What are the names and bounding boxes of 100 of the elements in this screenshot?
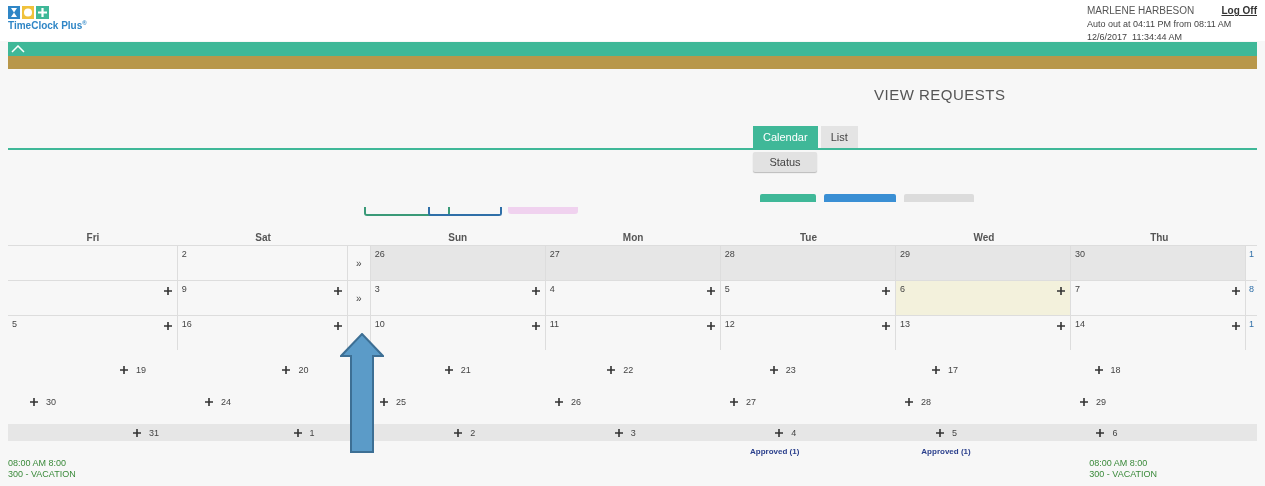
day-number: 29 (1096, 397, 1106, 407)
plus-icon[interactable] (163, 322, 172, 330)
plus-icon[interactable] (282, 366, 291, 374)
weekday-header: Thu (1149, 231, 1170, 243)
day-number: 10 (374, 319, 385, 329)
plus-icon[interactable] (730, 398, 738, 406)
day-number: 2 (181, 249, 187, 259)
plus-icon[interactable] (531, 322, 540, 330)
plus-icon[interactable] (905, 398, 913, 406)
plus-icon[interactable] (614, 428, 623, 437)
expand-week-icon[interactable]: » (355, 292, 362, 304)
view-tab[interactable]: List (820, 126, 858, 148)
plus-icon[interactable] (935, 428, 944, 437)
day-number: 22 (623, 365, 634, 375)
status-dropdown[interactable]: Status (753, 152, 817, 172)
day-number: 11 (549, 319, 560, 329)
plus-icon[interactable] (333, 322, 342, 330)
approved-link[interactable]: Approved (1) (750, 447, 800, 456)
plus-icon[interactable] (454, 428, 463, 437)
page-title: VIEW REQUESTS (874, 86, 1006, 103)
day-number: 31 (149, 427, 159, 438)
weekday-header: Tue (799, 231, 819, 243)
day-number: 29 (899, 249, 910, 259)
day-cell[interactable]: 26 (369, 246, 546, 280)
legend-swatch (508, 207, 578, 214)
weekday-header: Mon (621, 231, 645, 243)
entry-code: 300 - VACATION (1089, 469, 1157, 479)
day-number: 14 (1074, 319, 1085, 329)
day-number: 30 (46, 397, 56, 407)
plus-icon[interactable] (293, 428, 302, 437)
entry-code: 300 - VACATION (8, 469, 76, 479)
entry-time: 08:00 AM 8:00 (1089, 458, 1149, 468)
day-number: 16 (181, 319, 192, 329)
plus-icon[interactable] (444, 366, 453, 374)
plus-icon[interactable] (205, 398, 213, 406)
plus-icon[interactable] (1056, 287, 1065, 295)
plus-icon[interactable] (333, 287, 342, 295)
plus-icon[interactable] (1094, 366, 1103, 374)
plus-icon[interactable] (706, 322, 715, 330)
plus-icon[interactable] (120, 366, 128, 374)
day-cell[interactable]: 6 (895, 281, 1071, 315)
logoff-link[interactable]: Log Off (1221, 5, 1257, 16)
plus-icon[interactable] (531, 287, 540, 295)
day-number: 12 (724, 319, 735, 329)
plus-icon[interactable] (380, 398, 388, 406)
day-number: 23 (785, 365, 796, 375)
day-number: 25 (396, 397, 406, 407)
weekday-header: Wed (972, 231, 996, 243)
day-number: 5 (12, 319, 17, 329)
plus-icon[interactable] (607, 366, 616, 374)
plus-icon[interactable] (881, 322, 890, 330)
day-number: 1 (309, 427, 315, 438)
day-number: 24 (221, 397, 231, 407)
day-number: 6 (899, 284, 905, 294)
user-name: MARLENE HARBESON (1087, 5, 1195, 16)
app-logo-text: TimeClock Plus$^{®}$ (8, 20, 87, 32)
day-number: 3 (630, 427, 636, 438)
plus-icon[interactable] (1096, 428, 1105, 437)
day-number: 7 (1074, 284, 1080, 294)
plus-icon[interactable] (706, 287, 715, 295)
day-cell[interactable]: 28 (720, 246, 896, 280)
date-time: 12/6/2017 11:34:44 AM (1087, 32, 1183, 42)
day-cell[interactable]: 30 (1070, 246, 1246, 280)
weekday-header: Fri (85, 231, 101, 243)
day-number: 18 (1110, 365, 1121, 375)
expand-week-icon[interactable]: » (355, 257, 362, 269)
day-number: 20 (298, 365, 309, 375)
plus-icon[interactable] (30, 398, 38, 406)
day-cell[interactable]: 3 (369, 281, 546, 315)
day-cell[interactable]: 27 (545, 246, 721, 280)
day-number: 8 (1249, 284, 1254, 294)
entry-time: 08:00 AM 8:00 (8, 458, 68, 468)
day-number: 17 (948, 365, 959, 375)
day-number: 21 (460, 365, 471, 375)
plus-icon[interactable] (1080, 398, 1088, 406)
plus-icon[interactable] (769, 366, 778, 374)
day-cell[interactable]: 10 (369, 316, 546, 350)
plus-icon[interactable] (133, 428, 141, 437)
day-number: 19 (136, 365, 146, 375)
day-number: 30 (1074, 249, 1085, 259)
day-number: 26 (571, 397, 581, 407)
day-number: 27 (746, 397, 756, 407)
day-number: 1 (1249, 249, 1254, 259)
day-number: 9 (181, 284, 187, 294)
day-number: 1 (1249, 319, 1254, 329)
plus-icon[interactable] (163, 287, 172, 295)
plus-icon[interactable] (1232, 287, 1240, 295)
plus-icon[interactable] (1056, 322, 1065, 330)
day-number: 5 (724, 284, 730, 294)
plus-icon[interactable] (1232, 322, 1240, 330)
plus-icon[interactable] (555, 398, 563, 406)
plus-icon[interactable] (932, 366, 941, 374)
day-number: 13 (899, 319, 910, 329)
day-cell[interactable]: 29 (895, 246, 1071, 280)
plus-icon[interactable] (775, 428, 784, 437)
plus-icon[interactable] (881, 287, 890, 295)
day-number: 28 (921, 397, 931, 407)
day-number: 5 (951, 427, 957, 438)
day-number: 2 (470, 427, 476, 438)
approved-link[interactable]: Approved (1) (921, 447, 971, 456)
